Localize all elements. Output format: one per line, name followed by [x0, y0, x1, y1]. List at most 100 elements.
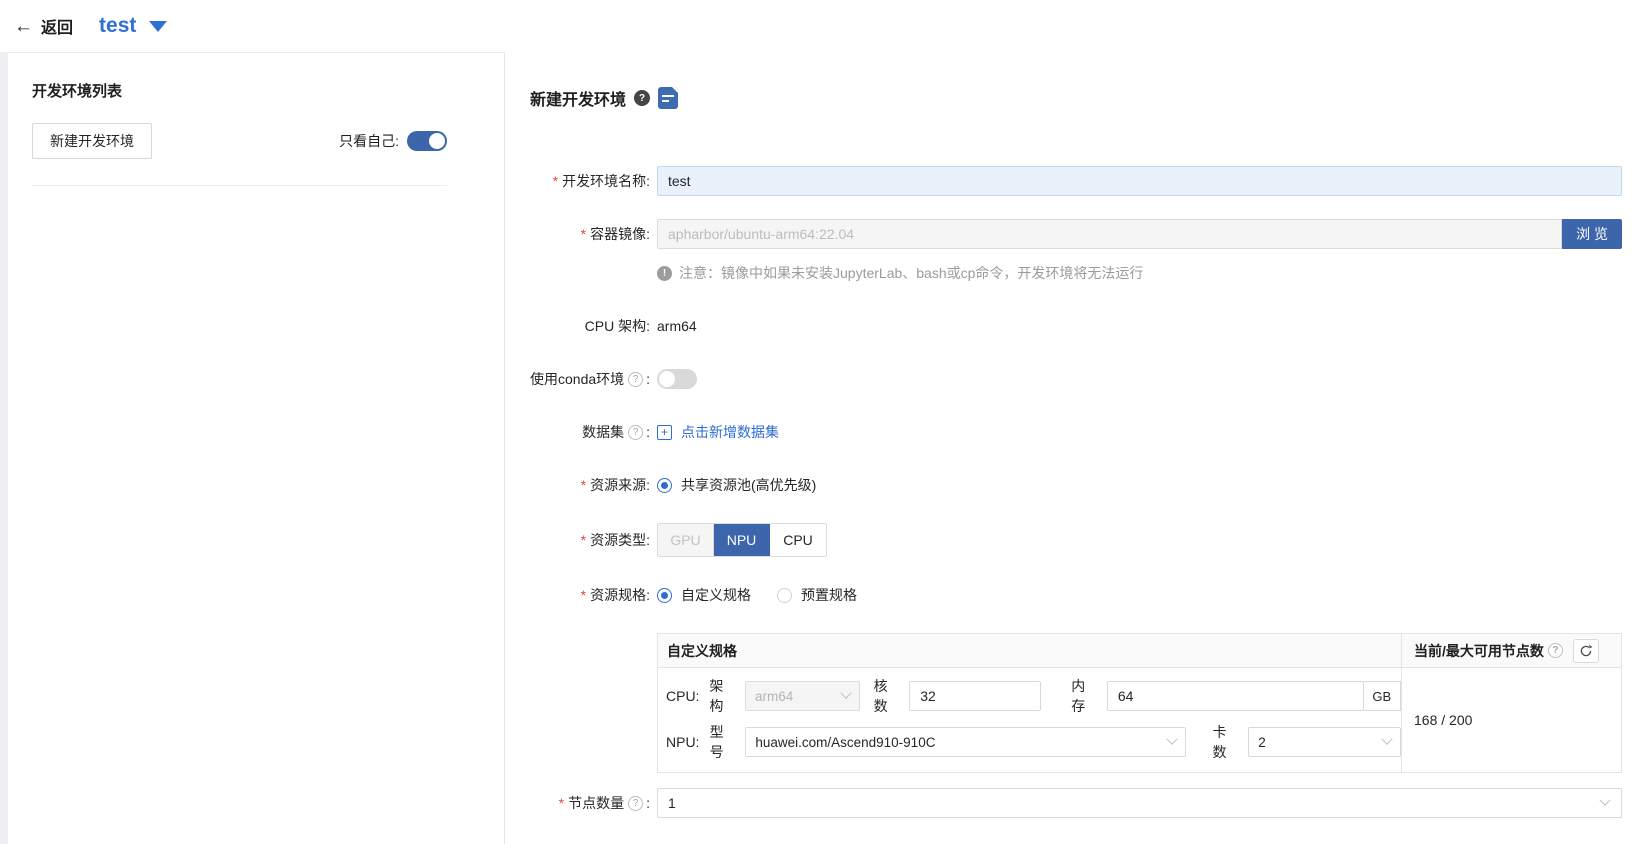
- list-divider: [32, 185, 447, 186]
- shared-pool-radio[interactable]: 共享资源池(高优先级): [657, 475, 816, 495]
- npu-spec-row: NPU: 型号 huawei.com/Ascend910-910C 卡数 2: [666, 724, 1401, 760]
- new-env-form: * 开发环境名称: * 容器镜像:: [530, 166, 1622, 818]
- env-name-input[interactable]: [657, 166, 1622, 196]
- availability-cell: 168 / 200: [1401, 668, 1621, 772]
- add-dataset-link[interactable]: 点击新增数据集: [681, 422, 779, 442]
- row-conda: 使用conda环境 ? :: [530, 364, 1622, 394]
- required-mark: *: [580, 477, 587, 493]
- dataset-help-icon[interactable]: ?: [628, 424, 644, 440]
- row-spec-table: 自定义规格 当前/最大可用节点数 ? CPU: 架构 arm64 核数 32 内…: [530, 633, 1622, 788]
- availability-help-icon[interactable]: ?: [1547, 643, 1563, 658]
- row-node-count: * 节点数量 ? :: [530, 788, 1622, 818]
- conda-help-icon[interactable]: ?: [628, 371, 644, 387]
- only-mine-control: 只看自己:: [339, 131, 447, 151]
- node-count-select[interactable]: [657, 788, 1622, 818]
- radio-unselected-icon: [777, 587, 792, 603]
- info-icon: !: [657, 265, 672, 281]
- toggle-knob: [659, 371, 675, 387]
- preset-spec-label: 预置规格: [801, 587, 857, 603]
- only-mine-toggle[interactable]: [407, 131, 447, 151]
- required-mark: *: [558, 795, 565, 811]
- env-list-title: 开发环境列表: [32, 83, 123, 100]
- dataset-label: 数据集 ? :: [582, 424, 650, 440]
- radio-selected-icon: [657, 477, 672, 493]
- spec-table-header: 自定义规格 当前/最大可用节点数 ?: [658, 634, 1621, 668]
- image-note: ! 注意：镜像中如果未安装JupyterLab、bash或cp命令，开发环境将无…: [657, 263, 1143, 283]
- new-env-button[interactable]: 新建开发环境: [32, 123, 152, 159]
- model-label: 型号: [709, 724, 724, 760]
- custom-spec-label: 自定义规格: [681, 587, 751, 603]
- arch-select[interactable]: arm64: [744, 681, 860, 711]
- row-container-image: * 容器镜像: 浏 览: [530, 219, 1622, 249]
- image-input-group: 浏 览: [657, 219, 1622, 249]
- shared-pool-label: 共享资源池(高优先级): [681, 477, 817, 493]
- row-cpu-arch: CPU 架构: arm64: [530, 311, 1622, 341]
- resource-type-gpu[interactable]: GPU: [658, 524, 714, 556]
- memory-input[interactable]: [1106, 681, 1364, 711]
- container-image-input[interactable]: [657, 219, 1563, 249]
- spec-table-body: CPU: 架构 arm64 核数 内存: [658, 668, 1621, 772]
- env-name-label: * 开发环境名称:: [552, 173, 650, 189]
- cards-label: 卡数: [1212, 724, 1227, 760]
- panel-title-row: 新建开发环境 ?: [530, 86, 1622, 110]
- refresh-icon: [1580, 644, 1593, 656]
- resource-type-cpu[interactable]: CPU: [770, 524, 826, 556]
- row-image-note: ! 注意：镜像中如果未安装JupyterLab、bash或cp命令，开发环境将无…: [530, 263, 1622, 283]
- cpu-prefix: CPU:: [666, 688, 700, 704]
- cpu-spec-row: CPU: 架构 arm64 核数 内存: [666, 678, 1401, 714]
- node-count-help-icon[interactable]: ?: [628, 795, 644, 811]
- row-env-name: * 开发环境名称:: [530, 166, 1622, 196]
- row-resource-type: * 资源类型: GPU NPU CPU: [530, 523, 1622, 557]
- add-dataset-icon[interactable]: +: [657, 424, 672, 440]
- back-label: 返回: [41, 20, 74, 37]
- npu-model-select[interactable]: huawei.com/Ascend910-910C: [745, 727, 1187, 757]
- chevron-down-icon: [149, 20, 168, 32]
- env-list-panel: 开发环境列表 新建开发环境 只看自己:: [8, 52, 505, 844]
- required-mark: *: [580, 532, 587, 548]
- row-resource-spec: * 资源规格: 自定义规格 预置规格: [530, 580, 1622, 610]
- env-list-toolbar: 新建开发环境 只看自己:: [32, 123, 447, 159]
- resource-type-npu[interactable]: NPU: [714, 524, 770, 556]
- cores-label: 核数: [873, 678, 888, 714]
- help-icon[interactable]: ?: [634, 90, 651, 106]
- cards-select[interactable]: 2: [1248, 727, 1401, 757]
- node-count-input[interactable]: [657, 788, 1622, 818]
- custom-spec-radio[interactable]: 自定义规格: [657, 585, 751, 605]
- cpu-arch-label: CPU 架构:: [584, 318, 650, 334]
- back-button[interactable]: ← 返回: [14, 14, 73, 38]
- resource-spec-label: * 资源规格:: [580, 587, 650, 603]
- spec-header-left: 自定义规格: [667, 642, 737, 659]
- content-area: 开发环境列表 新建开发环境 只看自己: 新建开发环境 ? * 开发环境名称: …: [0, 52, 1649, 844]
- resource-source-label: * 资源来源:: [580, 477, 650, 493]
- resource-type-label: * 资源类型:: [580, 532, 650, 548]
- app-root: ← 返回 test 开发环境列表 新建开发环境 只看自己: 新建开发环境 ? *…: [0, 0, 1649, 844]
- workspace-switcher[interactable]: test: [99, 14, 168, 38]
- row-dataset: 数据集 ? : + 点击新增数据集: [530, 417, 1622, 447]
- container-image-label: * 容器镜像:: [580, 226, 650, 242]
- refresh-button[interactable]: [1572, 638, 1599, 663]
- preset-spec-radio[interactable]: 预置规格: [777, 585, 857, 605]
- panel-title: 新建开发环境: [530, 92, 627, 109]
- conda-toggle[interactable]: [657, 369, 697, 389]
- required-mark: *: [552, 173, 559, 189]
- image-note-text: 注意：镜像中如果未安装JupyterLab、bash或cp命令，开发环境将无法运…: [679, 265, 1144, 281]
- cpu-arch-value: arm64: [657, 318, 697, 334]
- doc-fold: [672, 87, 679, 93]
- back-arrow-icon: ←: [14, 15, 33, 37]
- cores-input[interactable]: [909, 681, 1042, 711]
- row-resource-source: * 资源来源: 共享资源池(高优先级): [530, 470, 1622, 500]
- arch-label: 架构: [709, 678, 724, 714]
- node-count-label: * 节点数量 ? :: [558, 795, 650, 811]
- doc-line: [662, 100, 670, 102]
- required-mark: *: [580, 226, 587, 242]
- browse-button[interactable]: 浏 览: [1562, 219, 1622, 249]
- doc-line: [662, 95, 675, 97]
- availability-value: 168 / 200: [1414, 712, 1473, 728]
- memory-unit: GB: [1363, 681, 1401, 711]
- custom-spec-table: 自定义规格 当前/最大可用节点数 ? CPU: 架构 arm64 核数 32 内…: [657, 633, 1622, 773]
- required-mark: *: [580, 587, 587, 603]
- conda-label: 使用conda环境 ? :: [530, 371, 650, 387]
- chevron-down-icon: [1381, 733, 1393, 745]
- only-mine-label: 只看自己:: [339, 133, 399, 149]
- doc-icon[interactable]: [658, 87, 679, 109]
